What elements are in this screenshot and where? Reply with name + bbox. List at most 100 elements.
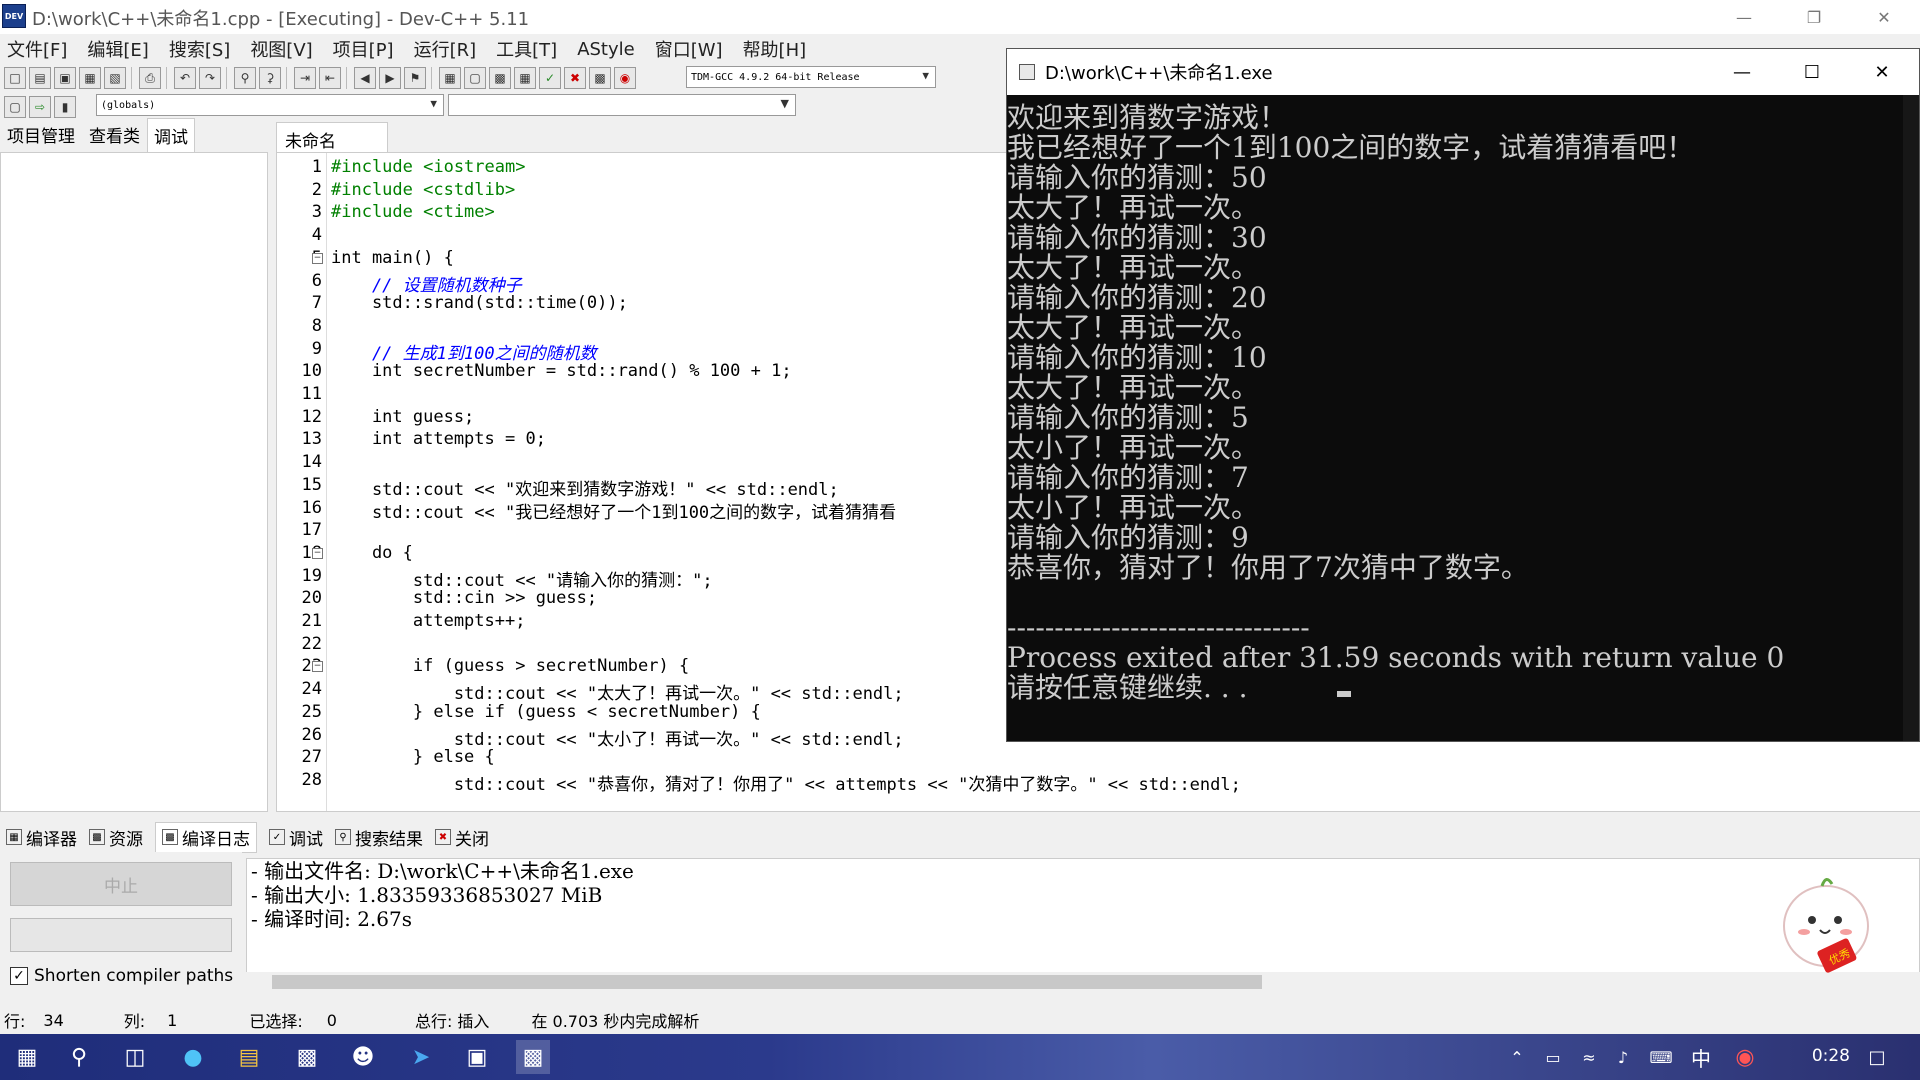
bookmark-icon[interactable]: ⚑ — [404, 67, 426, 89]
menu-project[interactable]: 项目[P] — [333, 36, 394, 62]
wifi-icon[interactable]: ≈ — [1572, 1040, 1606, 1074]
status-row-label: 行: — [4, 1012, 26, 1031]
indent-icon[interactable]: ⇥ — [294, 67, 316, 89]
volume-icon[interactable]: ♪ — [1606, 1040, 1640, 1074]
save-all-icon[interactable]: ▦ — [79, 67, 101, 89]
task-view-icon[interactable]: ◫ — [118, 1040, 152, 1074]
sogou-icon[interactable]: ◉ — [1728, 1040, 1762, 1074]
windows-start-icon[interactable]: ▦ — [10, 1040, 44, 1074]
console-line: 太小了！再试一次。 — [1007, 431, 1260, 464]
tab-compile-log[interactable]: ▩ 编译日志 — [155, 821, 257, 853]
menu-file[interactable]: 文件[F] — [7, 36, 67, 62]
console-scrollbar[interactable] — [1903, 95, 1919, 741]
line-number: 8 — [311, 315, 322, 336]
abort-button[interactable]: 中止 — [10, 862, 232, 906]
forward-icon[interactable]: ▶ — [379, 67, 401, 89]
qq-icon[interactable]: ☻ — [346, 1040, 380, 1074]
devcpp-taskbar-icon[interactable]: ▣ — [460, 1040, 494, 1074]
code-line: int attempts = 0; — [331, 429, 546, 450]
menu-tools[interactable]: 工具[T] — [496, 36, 557, 62]
back-icon[interactable]: ◀ — [354, 67, 376, 89]
debug-icon[interactable]: ◉ — [614, 67, 636, 89]
stop-execution-icon[interactable]: ✖ — [564, 67, 586, 89]
fold-toggle-icon[interactable]: − — [312, 547, 323, 559]
shorten-paths-checkbox[interactable]: ✓ Shorten compiler paths — [10, 966, 233, 986]
editor-file-tab[interactable]: 未命名1.cpp — [276, 122, 388, 172]
goto-icon[interactable]: ⇨ — [29, 96, 51, 118]
tab-search-results[interactable]: ⚲ 搜索结果 — [335, 825, 423, 850]
unindent-icon[interactable]: ⇤ — [319, 67, 341, 89]
separator — [226, 67, 232, 89]
fold-toggle-icon[interactable]: − — [312, 661, 323, 673]
tab-debug-bottom[interactable]: ✓ 调试 — [269, 825, 323, 850]
menu-help[interactable]: 帮助[H] — [743, 36, 807, 62]
line-number: 13 — [301, 429, 322, 450]
console-window[interactable]: D:\work\C++\未命名1.exe — ☐ ✕ 欢迎来到猜数字游戏！ 我已经… — [1006, 48, 1920, 742]
compile-progress-bar — [10, 918, 232, 952]
code-line: std::cout << "太大了！再试一次。" << std::endl; — [331, 684, 904, 705]
ime-indicator[interactable]: 中 — [1684, 1040, 1718, 1074]
keyboard-icon[interactable]: ⌨ — [1644, 1040, 1678, 1074]
console-title: D:\work\C++\未命名1.exe — [1045, 63, 1273, 84]
vscode-icon[interactable]: ➤ — [404, 1040, 438, 1074]
log-scroll-thumb[interactable] — [272, 975, 1262, 989]
compile-icon[interactable]: ▦ — [439, 67, 461, 89]
find-icon[interactable]: ⚲ — [234, 67, 256, 89]
line-number: 17 — [301, 520, 322, 541]
console-maximize-button[interactable]: ☐ — [1777, 49, 1847, 95]
chart-icon[interactable]: ▩ — [589, 67, 611, 89]
menu-view[interactable]: 视图[V] — [250, 36, 312, 62]
tab-resources[interactable]: ▩ 资源 — [89, 825, 143, 850]
bottom-panel-tabs: ▦ 编译器 ▩ 资源 ▩ 编译日志 ✓ 调试 ⚲ 搜索结果 ✖ 关闭 — [0, 821, 1920, 853]
save-icon[interactable]: ▣ — [54, 67, 76, 89]
tab-compiler[interactable]: ▦ 编译器 — [6, 825, 77, 850]
search-icon[interactable]: ⚲ — [62, 1040, 96, 1074]
checkbox-check-icon[interactable]: ✓ — [10, 967, 28, 985]
app-icon[interactable]: ▩ — [290, 1040, 324, 1074]
tab-debug[interactable]: 调试 — [147, 118, 195, 152]
open-file-icon[interactable]: ▤ — [29, 67, 51, 89]
console-taskbar-icon[interactable]: ▩ — [516, 1040, 550, 1074]
undo-icon[interactable]: ↶ — [174, 67, 196, 89]
restore-button[interactable]: ❐ — [1784, 0, 1844, 34]
close-button[interactable]: ✕ — [1854, 0, 1914, 34]
new-file-icon[interactable]: □ — [4, 67, 26, 89]
menu-edit[interactable]: 编辑[E] — [87, 36, 148, 62]
mascot-sticker[interactable]: 优秀 — [1776, 868, 1876, 978]
battery-icon[interactable]: ▭ — [1536, 1040, 1570, 1074]
redo-icon[interactable]: ↷ — [199, 67, 221, 89]
console-close-button[interactable]: ✕ — [1847, 49, 1917, 95]
compiler-select[interactable]: TDM-GCC 4.9.2 64-bit Release ▼ — [686, 66, 936, 88]
insert-icon[interactable]: ▢ — [4, 96, 26, 118]
notification-icon[interactable]: □ — [1860, 1040, 1894, 1074]
separator — [131, 67, 137, 89]
separator — [346, 67, 352, 89]
code-line: // 生成1到100之间的随机数 — [331, 343, 597, 364]
minimize-button[interactable]: — — [1714, 0, 1774, 34]
edge-browser-icon[interactable]: ● — [176, 1040, 210, 1074]
menu-run[interactable]: 运行[R] — [414, 36, 477, 62]
close-file-icon[interactable]: ▧ — [104, 67, 126, 89]
scope-select[interactable]: (globals) ▼ — [96, 94, 444, 116]
clock[interactable]: 0:28 — [1812, 1046, 1850, 1066]
toggle-bookmark-icon[interactable]: ▮ — [54, 96, 76, 118]
function-select[interactable]: ▼ — [448, 94, 796, 116]
tab-project[interactable]: 项目管理 — [0, 117, 82, 152]
console-minimize-button[interactable]: — — [1707, 49, 1777, 95]
compile-run-icon[interactable]: ▩ — [489, 67, 511, 89]
menu-astyle[interactable]: AStyle — [577, 39, 635, 60]
replace-icon[interactable]: ⚳ — [259, 67, 281, 89]
syntax-check-icon[interactable]: ✓ — [539, 67, 561, 89]
chevron-up-icon[interactable]: ⌃ — [1500, 1040, 1534, 1074]
tab-close[interactable]: ✖ 关闭 — [435, 825, 489, 850]
run-icon[interactable]: ▢ — [464, 67, 486, 89]
tab-classes[interactable]: 查看类 — [82, 117, 147, 152]
file-explorer-icon[interactable]: ▤ — [232, 1040, 266, 1074]
resource-icon: ▩ — [89, 829, 105, 845]
menu-search[interactable]: 搜索[S] — [169, 36, 230, 62]
menu-window[interactable]: 窗口[W] — [655, 36, 723, 62]
console-app-icon — [1019, 64, 1035, 80]
rebuild-icon[interactable]: ▦ — [514, 67, 536, 89]
print-icon[interactable]: ⎙ — [139, 67, 161, 89]
fold-toggle-icon[interactable]: − — [312, 252, 323, 264]
